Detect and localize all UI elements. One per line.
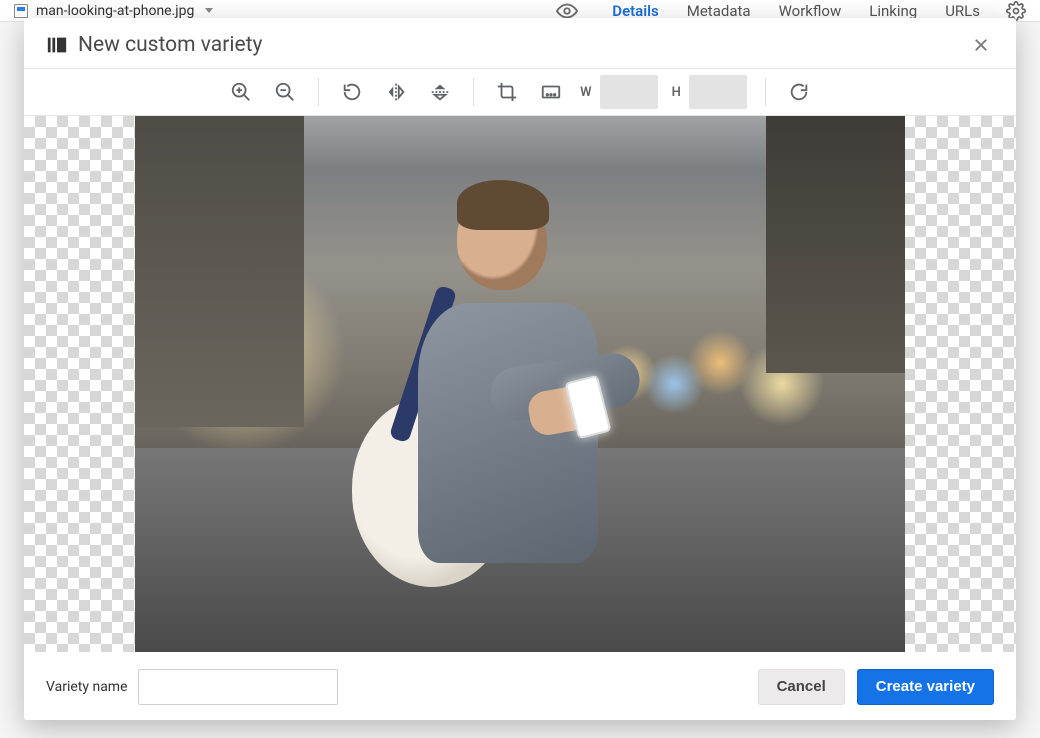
reset-icon[interactable] — [784, 77, 814, 107]
close-dialog-button[interactable] — [968, 32, 994, 58]
width-input[interactable] — [600, 75, 658, 109]
width-group: W — [580, 75, 657, 109]
variety-name-label: Variety name — [46, 679, 128, 695]
tab-workflow[interactable]: Workflow — [779, 2, 842, 20]
filename-text: man-looking-at-phone.jpg — [36, 3, 194, 19]
tab-details[interactable]: Details — [612, 2, 658, 20]
aspect-ratio-icon[interactable] — [536, 77, 566, 107]
width-label: W — [580, 85, 591, 100]
editor-toolbar: W H — [24, 68, 1016, 116]
dialog-title: New custom variety — [78, 33, 262, 57]
image-canvas[interactable] — [24, 116, 1016, 652]
tab-urls[interactable]: URLs — [945, 2, 980, 20]
crop-icon[interactable] — [492, 77, 522, 107]
height-input[interactable] — [689, 75, 747, 109]
dialog-footer: Variety name Cancel Create variety — [24, 652, 1016, 720]
image-file-icon — [14, 4, 28, 18]
tab-linking[interactable]: Linking — [869, 2, 917, 20]
filename-area: man-looking-at-phone.jpg — [14, 3, 213, 19]
create-variety-button[interactable]: Create variety — [857, 669, 994, 705]
new-custom-variety-dialog: New custom variety — [24, 18, 1016, 720]
height-label: H — [672, 85, 681, 100]
zoom-out-icon[interactable] — [270, 77, 300, 107]
dialog-header: New custom variety — [24, 18, 1016, 68]
height-group: H — [672, 75, 747, 109]
zoom-in-icon[interactable] — [226, 77, 256, 107]
image-variety-icon — [46, 34, 68, 56]
flip-horizontal-icon[interactable] — [381, 77, 411, 107]
cancel-button[interactable]: Cancel — [758, 669, 845, 705]
rotate-icon[interactable] — [337, 77, 367, 107]
variety-name-input[interactable] — [138, 669, 338, 705]
tab-metadata[interactable]: Metadata — [687, 2, 751, 20]
flip-vertical-icon[interactable] — [425, 77, 455, 107]
image-preview — [135, 116, 905, 652]
detail-tabs: Details Metadata Workflow Linking URLs — [612, 2, 980, 20]
filename-dropdown-caret-icon[interactable] — [205, 8, 213, 13]
